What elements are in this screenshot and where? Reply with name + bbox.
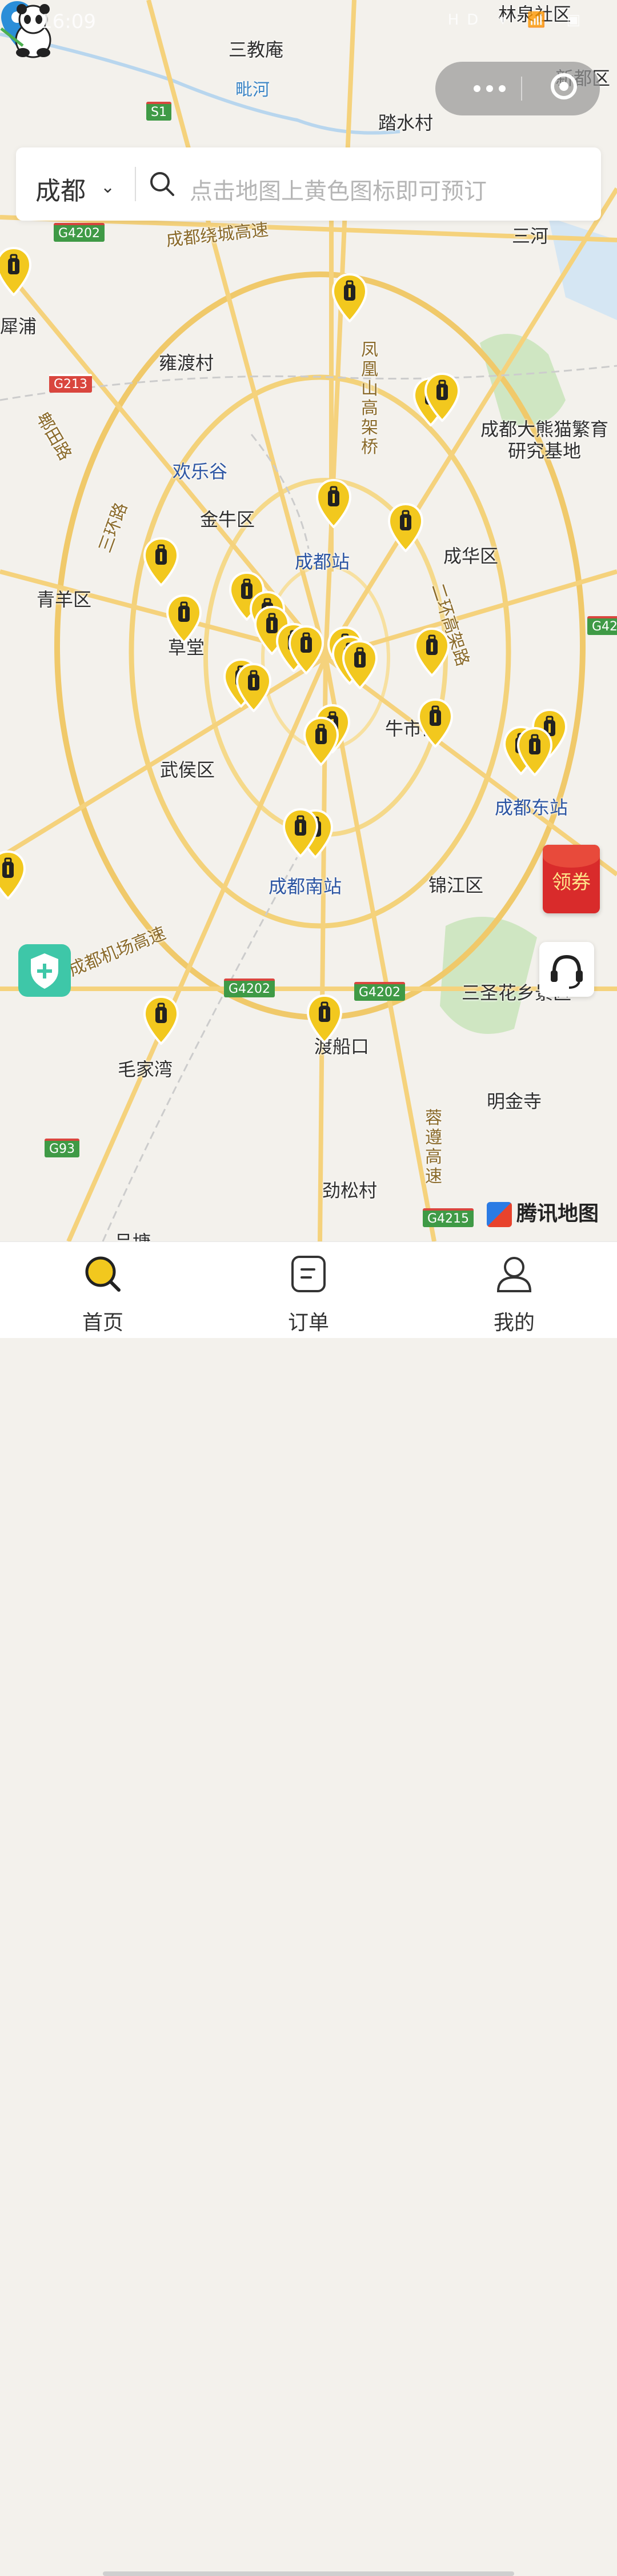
tab-label: 订单 — [287, 1311, 329, 1335]
locker-pin-icon[interactable] — [166, 594, 202, 644]
highway-shield: G4202 — [354, 982, 406, 1001]
map-label: 吕塘 — [114, 1228, 151, 1241]
map-label: 雍渡村 — [159, 352, 214, 374]
map-label: 成都大熊猫繁育研究基地 — [480, 418, 608, 462]
highway-shield: G4202 — [54, 223, 105, 242]
customer-service-button[interactable] — [539, 942, 594, 997]
locker-pin-icon[interactable] — [303, 717, 339, 766]
map-brand: 腾讯地图 — [487, 1197, 599, 1227]
mini-program-capsule — [435, 62, 600, 115]
highway-shield: G213 — [49, 374, 93, 393]
locker-pin-icon[interactable] — [0, 247, 32, 296]
status-bar: 16:09 HD ▾ 📶 ▣ — [0, 0, 617, 46]
order-icon — [291, 1256, 326, 1292]
map-label: 劲松村 — [322, 1180, 378, 1201]
home-indicator — [103, 2571, 514, 2576]
highway-shield: G4215 — [423, 1208, 474, 1227]
map-label: 毛家湾 — [118, 1059, 173, 1080]
capsule-divider — [521, 77, 522, 101]
locker-pin-icon[interactable] — [288, 625, 324, 674]
tab-bar: 首页 订单 我的 — [0, 1241, 617, 2576]
tab-label: 我的 — [493, 1311, 535, 1335]
status-time: 16:09 — [40, 10, 96, 33]
target-icon[interactable] — [551, 73, 577, 99]
map-label: 三河 — [512, 225, 549, 247]
search-icon — [150, 172, 174, 196]
locker-pin-icon[interactable] — [0, 850, 26, 900]
map-label: 欢乐谷 — [173, 461, 228, 482]
search-divider — [135, 167, 136, 201]
map-label: 成都站 — [295, 551, 350, 573]
map-label: 武侯区 — [160, 759, 215, 781]
search-input[interactable]: 点击地图上黄色图标即可预订 — [190, 173, 487, 206]
map-label: 踏水村 — [378, 112, 434, 134]
map-label: 成都南站 — [269, 876, 342, 897]
locker-pin-icon[interactable] — [417, 698, 454, 748]
locker-pin-icon[interactable] — [516, 727, 553, 776]
map-label: 锦江区 — [428, 874, 484, 896]
city-selector[interactable]: 成都 — [35, 170, 86, 207]
user-icon — [496, 1257, 532, 1292]
map-label: 金牛区 — [200, 509, 255, 530]
tab-profile[interactable]: 我的 — [457, 1242, 571, 1338]
locker-pin-icon[interactable] — [387, 503, 424, 552]
brand-label: 腾讯地图 — [516, 1202, 599, 1225]
map-label: 明金寺 — [487, 1091, 542, 1112]
locker-pin-icon[interactable] — [235, 663, 272, 712]
highway-shield: G93 — [45, 1139, 80, 1157]
search-bar: 成都 ⌄ 点击地图上黄色图标即可预订 — [16, 147, 601, 221]
map-label: 成都东站 — [495, 797, 568, 818]
highway-shield: G42 — [587, 616, 617, 635]
tencent-map-logo-icon — [487, 1202, 512, 1227]
tab-label: 首页 — [82, 1311, 123, 1335]
shield-plus-icon — [31, 953, 58, 989]
locker-pin-icon[interactable] — [306, 995, 343, 1044]
headset-icon — [551, 954, 583, 989]
locker-pin-icon[interactable] — [282, 808, 319, 857]
status-icons: HD ▾ 📶 ▣ — [447, 11, 588, 29]
coupon-label: 领券 — [552, 871, 591, 894]
coupon-button[interactable]: 领券 — [543, 845, 600, 913]
search-icon — [85, 1256, 121, 1292]
locker-pin-icon[interactable] — [331, 273, 368, 322]
tab-home[interactable]: 首页 — [46, 1242, 160, 1338]
locker-pin-icon[interactable] — [315, 479, 352, 528]
map-label: 青羊区 — [37, 589, 92, 610]
locker-pin-icon[interactable] — [424, 373, 460, 422]
map-label: 蓉遵高速 — [425, 1108, 442, 1187]
map-label: 犀浦 — [0, 315, 37, 337]
highway-shield: S1 — [146, 102, 171, 121]
chevron-down-icon[interactable]: ⌄ — [101, 177, 115, 197]
locker-pin-icon[interactable] — [143, 537, 179, 586]
highway-shield: G4202 — [224, 979, 275, 997]
map-label: 毗河 — [235, 80, 270, 100]
tab-orders[interactable]: 订单 — [251, 1242, 366, 1338]
locker-pin-icon[interactable] — [143, 996, 179, 1045]
locker-pin-icon[interactable] — [414, 628, 450, 677]
map-label: 成华区 — [443, 545, 499, 567]
locker-pin-icon[interactable] — [342, 640, 378, 689]
safety-shield-button[interactable] — [18, 944, 71, 997]
map-label: 凤凰山高架桥 — [361, 340, 378, 457]
more-dots-icon[interactable] — [458, 79, 521, 98]
